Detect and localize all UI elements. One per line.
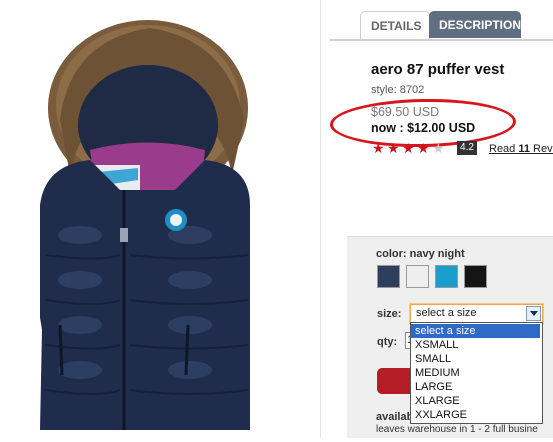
tab-underline [330, 39, 553, 41]
product-style-number: style: 8702 [371, 84, 425, 96]
vertical-divider [320, 0, 321, 437]
product-image [0, 0, 320, 437]
size-option[interactable]: SMALL [411, 352, 540, 366]
tab-bar: DETAILS DESCRIPTION [358, 11, 553, 39]
add-to-bag-button[interactable] [377, 368, 411, 394]
chevron-down-icon[interactable] [526, 306, 541, 321]
tab-description[interactable]: DESCRIPTION [429, 11, 521, 38]
rating-badge: 4.2 [457, 141, 477, 155]
size-option[interactable]: MEDIUM [411, 366, 540, 380]
product-title: aero 87 puffer vest [371, 61, 505, 78]
size-select[interactable]: select a size [410, 304, 543, 323]
size-option[interactable]: XXLARGE [411, 408, 540, 422]
color-value: navy night [409, 248, 465, 260]
size-option[interactable]: XSMALL [411, 338, 540, 352]
puffer-vest-illustration [30, 20, 262, 430]
star-icon: ★ [432, 140, 445, 156]
star-icon: ★ [417, 140, 430, 156]
star-icon: ★ [387, 140, 400, 156]
size-dropdown-list: select a size XSMALL SMALL MEDIUM LARGE … [410, 322, 543, 424]
star-icon: ★ [372, 140, 385, 156]
size-option[interactable]: XLARGE [411, 394, 540, 408]
availability-label: availab [376, 411, 414, 423]
star-icon: ★ [402, 140, 415, 156]
qty-label: qty: [377, 336, 398, 348]
color-swatch-turquoise[interactable] [435, 265, 458, 288]
read-reviews-link[interactable]: Read 11 Revi [489, 143, 553, 155]
size-option[interactable]: LARGE [411, 380, 540, 394]
size-label: size: [377, 308, 402, 320]
size-select-value: select a size [416, 307, 477, 319]
color-swatch-white[interactable] [406, 265, 429, 288]
size-option[interactable]: select a size [411, 324, 540, 338]
color-label: color: navy night [376, 248, 465, 260]
review-count: 11 [518, 143, 530, 155]
shipping-time-text: leaves warehouse in 1 - 2 full busine [376, 424, 538, 435]
color-swatch-black[interactable] [464, 265, 487, 288]
tab-details[interactable]: DETAILS [360, 11, 430, 39]
color-swatch-navy[interactable] [377, 265, 400, 288]
